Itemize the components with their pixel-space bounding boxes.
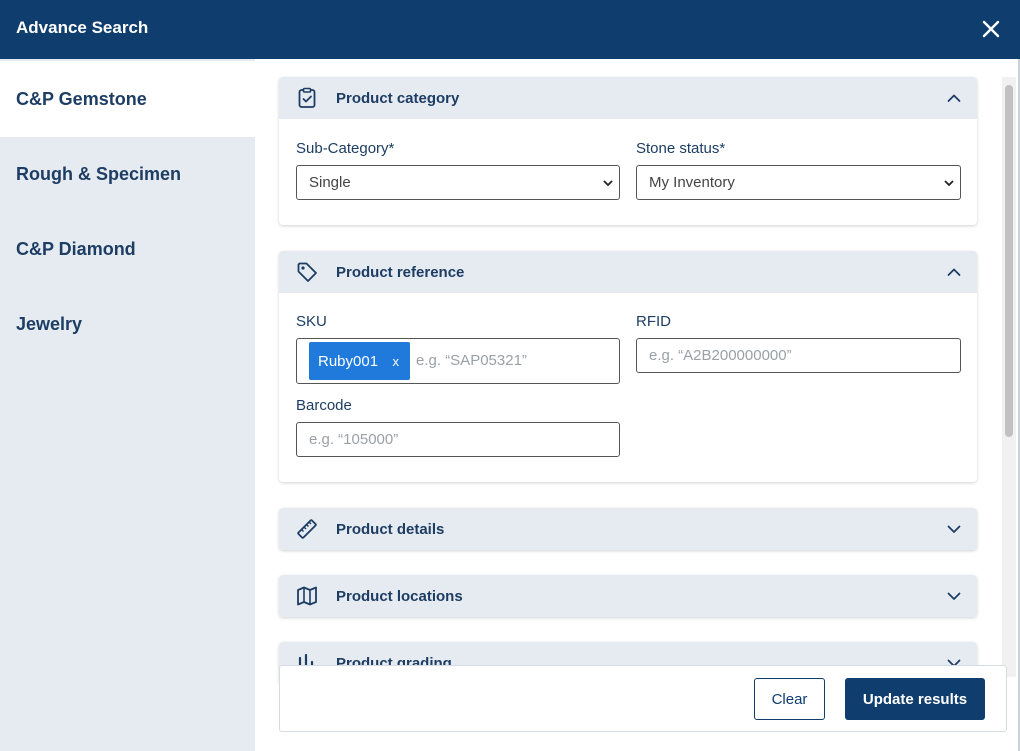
product-reference-header[interactable]: Product reference [279, 251, 977, 293]
scroll-thumb[interactable] [1005, 85, 1013, 437]
rfid-placeholder: e.g. “A2B200000000” [649, 347, 792, 364]
map-icon [297, 586, 317, 606]
rfid-label: RFID [636, 313, 671, 330]
sidebar-item-label: Jewelry [16, 313, 83, 334]
sub-category-value: Single [309, 174, 351, 191]
section-title: Product category [336, 89, 460, 107]
modal-header: Advance Search [0, 0, 1020, 59]
sidebar-item-jewelry[interactable]: Jewelry [0, 286, 255, 362]
modal-title: Advance Search [16, 18, 149, 37]
sidebar-item-rough-specimen[interactable]: Rough & Specimen [0, 136, 255, 212]
advance-search-modal: Advance Search C&P Gemstone Rough & Spec… [0, 0, 1020, 751]
update-results-button[interactable]: Update results [845, 678, 985, 720]
rfid-input[interactable]: e.g. “A2B200000000” [636, 338, 961, 373]
remove-tag-icon[interactable]: x [393, 354, 400, 369]
chevron-down-icon [603, 180, 613, 187]
sku-tag: Ruby001 x [309, 342, 410, 380]
action-footer: Clear Update results [279, 665, 1007, 732]
stone-status-label: Stone status* [636, 140, 726, 157]
barcode-label: Barcode [296, 397, 352, 414]
search-form: Product category Sub-Category* Single St… [255, 59, 1000, 751]
stone-status-value: My Inventory [649, 174, 735, 191]
sidebar-item-label: C&P Gemstone [16, 88, 147, 109]
section-title: Product details [336, 520, 445, 538]
content-scrollbar[interactable] [1002, 77, 1016, 677]
sku-placeholder: e.g. “SAP05321” [416, 352, 527, 369]
sub-category-label: Sub-Category* [296, 140, 395, 157]
sub-category-select[interactable]: Single [296, 165, 620, 200]
product-category-header[interactable]: Product category [279, 77, 977, 119]
sidebar-item-label: C&P Diamond [16, 238, 136, 259]
stone-status-select[interactable]: My Inventory [636, 165, 961, 200]
sku-label: SKU [296, 313, 327, 330]
tag-icon [297, 262, 317, 282]
product-category-section: Product category Sub-Category* Single St… [279, 77, 977, 225]
sku-tag-label: Ruby001 [318, 352, 379, 370]
ruler-icon [297, 519, 317, 539]
product-reference-section: Product reference SKU Ruby001 x e.g. “SA… [279, 251, 977, 482]
clipboard-check-icon [298, 87, 316, 108]
sidebar-item-cp-gemstone[interactable]: C&P Gemstone [0, 61, 255, 137]
chevron-up-icon[interactable] [947, 91, 961, 105]
product-locations-header[interactable]: Product locations [279, 575, 977, 617]
chevron-down-icon[interactable] [947, 589, 961, 603]
sku-input[interactable]: Ruby001 x e.g. “SAP05321” [296, 338, 620, 384]
section-title: Product locations [336, 587, 463, 605]
sidebar-item-cp-diamond[interactable]: C&P Diamond [0, 211, 255, 287]
product-locations-section: Product locations [279, 575, 977, 617]
barcode-placeholder: e.g. “105000” [309, 431, 399, 448]
chevron-up-icon[interactable] [947, 265, 961, 279]
category-sidebar: C&P Gemstone Rough & Specimen C&P Diamon… [0, 59, 255, 751]
barcode-input[interactable]: e.g. “105000” [296, 422, 620, 457]
sidebar-item-label: Rough & Specimen [16, 163, 182, 184]
close-icon[interactable] [979, 17, 1003, 41]
product-details-header[interactable]: Product details [279, 508, 977, 550]
chevron-down-icon [944, 180, 954, 187]
product-details-section: Product details [279, 508, 977, 550]
clear-button[interactable]: Clear [754, 678, 825, 720]
section-title: Product reference [336, 263, 465, 281]
chevron-down-icon[interactable] [947, 522, 961, 536]
